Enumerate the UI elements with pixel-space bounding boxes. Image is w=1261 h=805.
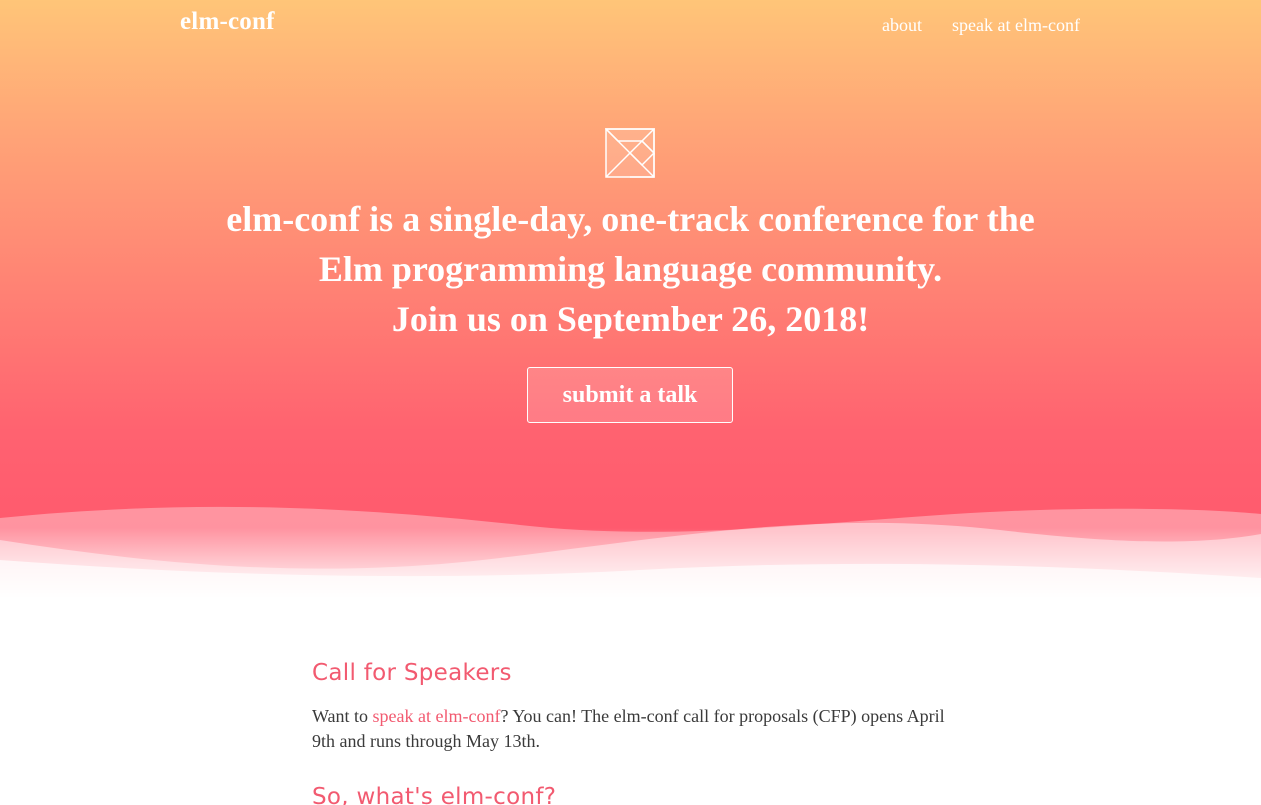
call-for-speakers-heading: Call for Speakers [312,660,512,686]
main-content: Call for Speakers Want to speak at elm-c… [312,660,952,805]
nav-about[interactable]: about [882,15,922,36]
headline-line-2: Elm programming language community. [318,249,943,289]
brand-link[interactable]: elm-conf [180,8,275,36]
headline-line-3: Join us on September 26, 2018! [391,299,870,339]
submit-talk-button[interactable]: submit a talk [527,367,733,423]
hero-banner: elm-conf about speak at elm-conf elm-con… [0,0,1261,600]
speak-link[interactable]: speak at elm-conf [373,706,501,726]
elm-tangram-icon [605,128,655,178]
cfs-text-before: Want to [312,706,373,726]
call-for-speakers-text: Want to speak at elm-conf? You can! The … [312,704,952,754]
nav-speak[interactable]: speak at elm-conf [952,15,1080,36]
wave-decoration [0,506,1261,600]
headline-line-1: elm-conf is a single-day, one-track conf… [226,199,1035,239]
hero-headline: elm-conf is a single-day, one-track conf… [0,194,1261,344]
whats-elm-conf-heading: So, what's elm-conf? [312,784,557,805]
main-nav: about speak at elm-conf [882,15,1080,36]
